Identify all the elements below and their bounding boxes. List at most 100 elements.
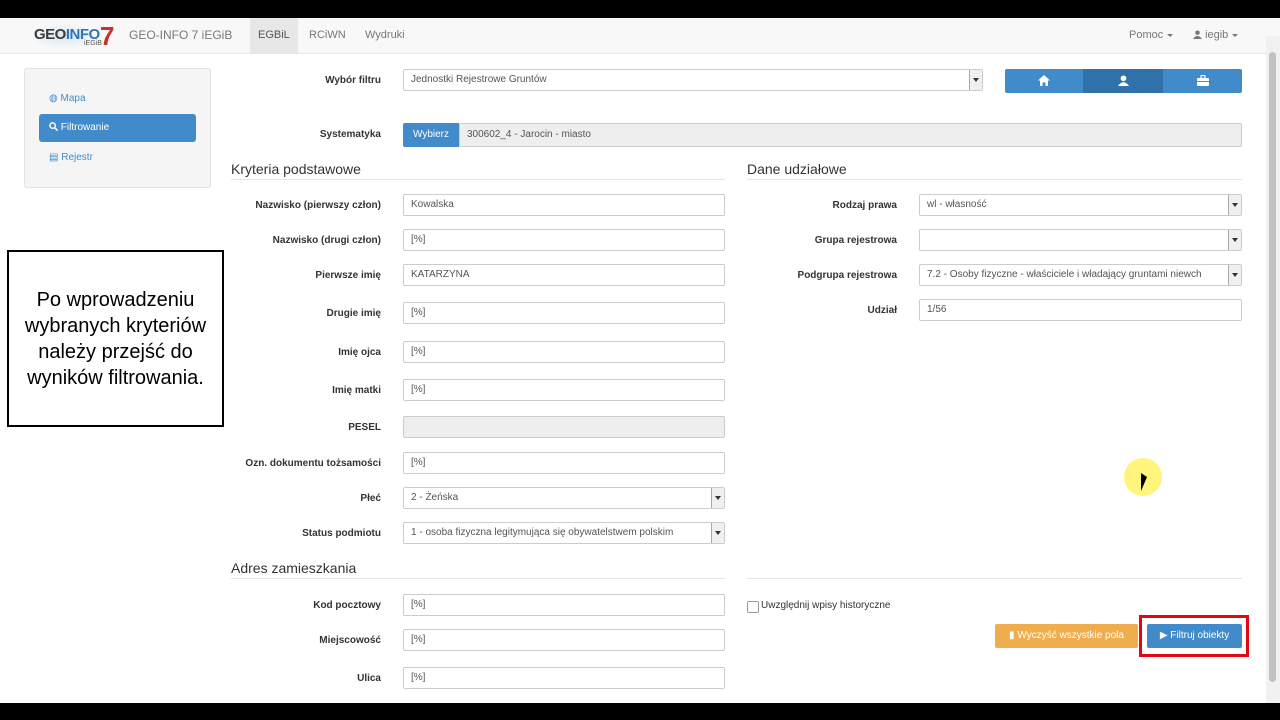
chevron-down-icon <box>1228 230 1241 250</box>
pesel-input[interactable] <box>403 416 725 438</box>
clear-fields-button[interactable]: ▮ Wyczyść wszystkie pola <box>995 624 1138 648</box>
field-label: Rodzaj prawa <box>832 200 897 211</box>
page-scrollbar[interactable] <box>1266 36 1280 703</box>
filter-select[interactable]: Jednostki Rejestrowe Gruntów <box>403 69 983 91</box>
video-top-bar <box>0 0 1280 18</box>
home-button[interactable] <box>1005 69 1083 93</box>
logo-subtext: iEGiB <box>84 40 102 47</box>
nazwisko2-input[interactable]: [%] <box>403 229 725 251</box>
highlight-frame <box>1139 615 1249 657</box>
trash-icon: ▮ <box>1009 630 1015 641</box>
divider <box>747 179 1242 180</box>
sidebar: ◍ Mapa Filtrowanie ▤ Rejestr <box>24 68 211 188</box>
briefcase-button[interactable] <box>1163 69 1242 93</box>
field-label: Nazwisko (drugi człon) <box>272 235 381 246</box>
field-label: Status podmiotu <box>302 528 381 539</box>
status-select[interactable]: 1 - osoba fizyczna legitymująca się obyw… <box>403 522 725 544</box>
filter-label: Wybór filtru <box>325 75 381 86</box>
field-label: Grupa rejestrowa <box>814 235 897 246</box>
nav-item-wydruki[interactable]: Wydruki <box>357 18 413 53</box>
chevron-down-icon <box>969 70 982 90</box>
rodzaj-prawa-select[interactable]: wl - własność <box>919 194 1242 216</box>
field-label: Kod pocztowy <box>313 600 381 611</box>
chevron-down-icon <box>711 523 724 543</box>
imie-ojca-input[interactable]: [%] <box>403 341 725 363</box>
udzial-input[interactable]: 1/56 <box>919 299 1242 321</box>
search-icon <box>49 122 59 132</box>
sidebar-item-label: Rejestr <box>61 152 93 163</box>
page: GEOINFO 7 iEGiB GEO-INFO 7 iEGiB EGBiL R… <box>0 18 1280 703</box>
historyczne-label: Uwzględnij wpisy historyczne <box>761 600 891 611</box>
app-logo[interactable]: GEOINFO 7 iEGiB <box>28 21 122 51</box>
filter-value: Jednostki Rejestrowe Gruntów <box>411 74 547 85</box>
adres-title: Adres zamieszkania <box>231 560 357 576</box>
divider <box>231 578 725 579</box>
sidebar-item-rejestr[interactable]: ▤ Rejestr <box>39 144 196 172</box>
field-label: Ulica <box>357 673 381 684</box>
globe-icon: ◍ <box>49 93 58 104</box>
brand-title[interactable]: GEO-INFO 7 iEGiB <box>129 28 232 42</box>
sidebar-item-label: Filtrowanie <box>60 122 110 133</box>
field-label: Udział <box>867 305 897 316</box>
wybierz-button[interactable]: Wybierz <box>403 123 459 147</box>
dokument-input[interactable]: [%] <box>403 452 725 474</box>
field-label: PESEL <box>348 422 381 433</box>
home-icon <box>1038 75 1050 86</box>
plec-value: 2 - Żeńska <box>411 492 459 503</box>
imie-matki-input[interactable]: [%] <box>403 379 725 401</box>
mouse-cursor-icon <box>1141 473 1147 491</box>
status-value: 1 - osoba fizyczna legitymująca się obyw… <box>411 527 674 538</box>
miejscowosc-input[interactable]: [%] <box>403 629 725 651</box>
video-bottom-bar <box>0 703 1280 720</box>
field-label: Pierwsze imię <box>315 270 381 281</box>
divider <box>747 578 1242 579</box>
systematyka-value: 300602_4 - Jarocin - miasto <box>467 129 591 140</box>
field-label: Miejscowość <box>319 635 381 646</box>
rodzaj-prawa-value: wl - własność <box>927 199 987 210</box>
grupa-rejestrowa-select[interactable] <box>919 229 1242 251</box>
help-menu[interactable]: Pomoc <box>1121 18 1181 53</box>
systematyka-field: 300602_4 - Jarocin - miasto <box>459 123 1242 147</box>
tutorial-annotation: Po wprowadzeniu wybranych kryteriów nale… <box>7 250 224 427</box>
chevron-down-icon <box>1228 195 1241 215</box>
nazwisko1-input[interactable]: Kowalska <box>403 194 725 216</box>
systematyka-label: Systematyka <box>319 129 381 140</box>
field-label: Drugie imię <box>326 308 381 319</box>
briefcase-icon <box>1196 74 1209 86</box>
sidebar-item-label: Mapa <box>60 93 86 104</box>
field-label: Imię matki <box>332 385 381 396</box>
person-button[interactable] <box>1083 69 1163 93</box>
scrollbar-thumb[interactable] <box>1269 52 1276 682</box>
field-label: Nazwisko (pierwszy człon) <box>255 200 381 211</box>
chevron-down-icon <box>711 488 724 508</box>
pierwsze-imie-input[interactable]: KATARZYNA <box>403 264 725 286</box>
sidebar-item-filtrowanie[interactable]: Filtrowanie <box>39 114 196 142</box>
chevron-down-icon <box>1167 33 1174 37</box>
list-icon: ▤ <box>49 152 59 163</box>
field-label: Ozn. dokumentu tożsamości <box>245 458 381 469</box>
chevron-down-icon <box>1228 265 1241 285</box>
podgrupa-rejestrowa-select[interactable]: 7.2 - Osoby fizyczne - właściciele i wła… <box>919 264 1242 286</box>
nav-item-rciwn[interactable]: RCiWN <box>301 18 354 53</box>
ulica-input[interactable]: [%] <box>403 667 725 689</box>
user-icon <box>1117 75 1129 86</box>
kod-pocztowy-input[interactable]: [%] <box>403 594 725 616</box>
nav-item-egbil[interactable]: EGBiL <box>250 18 298 53</box>
podgrupa-rejestrowa-value: 7.2 - Osoby fizyczne - właściciele i wła… <box>927 269 1202 280</box>
field-label: Płeć <box>360 493 381 504</box>
field-label: Imię ojca <box>338 347 381 358</box>
historyczne-checkbox[interactable] <box>747 601 759 613</box>
divider <box>231 179 725 180</box>
user-icon <box>1193 30 1202 39</box>
drugie-imie-input[interactable]: [%] <box>403 302 725 324</box>
user-label: iegib <box>1205 29 1229 41</box>
navbar: GEOINFO 7 iEGiB GEO-INFO 7 iEGiB EGBiL R… <box>0 18 1280 54</box>
user-menu[interactable]: iegib <box>1185 18 1246 53</box>
udzialy-title: Dane udziałowe <box>747 161 847 177</box>
chevron-down-icon <box>1232 33 1239 37</box>
help-label: Pomoc <box>1129 29 1164 41</box>
field-label: Podgrupa rejestrowa <box>797 270 897 281</box>
kryteria-title: Kryteria podstawowe <box>231 161 361 177</box>
plec-select[interactable]: 2 - Żeńska <box>403 487 725 509</box>
sidebar-item-mapa[interactable]: ◍ Mapa <box>39 85 196 113</box>
